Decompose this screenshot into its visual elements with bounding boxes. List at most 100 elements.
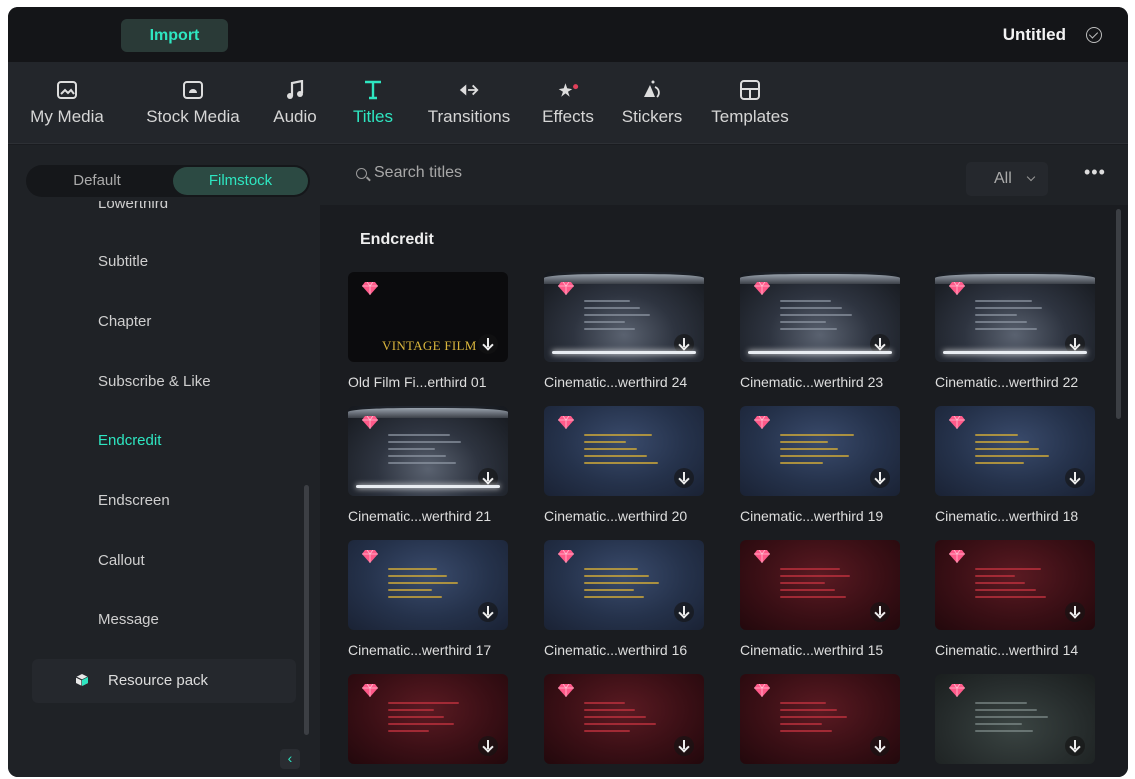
- credit-lines-preview: [584, 568, 664, 608]
- chevron-down-icon: [1026, 172, 1036, 182]
- tab-label: Stickers: [621, 107, 683, 126]
- search-input[interactable]: [374, 161, 774, 185]
- title-card-label: Cinematic...werthird 19: [740, 508, 884, 524]
- premium-gem-icon: [362, 281, 378, 295]
- sidebar-item-chapter[interactable]: Chapter: [98, 313, 151, 330]
- import-button[interactable]: Import: [121, 19, 228, 52]
- download-icon[interactable]: [674, 736, 694, 756]
- sidebar-item-lowerthird[interactable]: Lowerthird: [98, 201, 168, 212]
- resource-pack-label: Resource pack: [108, 672, 209, 689]
- download-icon[interactable]: [870, 602, 890, 622]
- tab-stickers[interactable]: Stickers: [614, 62, 690, 144]
- title-thumbnail: [544, 272, 704, 362]
- title-thumbnail: [348, 406, 508, 496]
- premium-gem-icon: [558, 683, 574, 697]
- tab-effects[interactable]: Effects: [532, 62, 604, 144]
- download-icon[interactable]: [1065, 736, 1085, 756]
- premium-gem-icon: [949, 281, 965, 295]
- title-thumbnail: [348, 674, 508, 764]
- title-card[interactable]: Cinematic...werthird 17: [348, 540, 508, 658]
- title-card[interactable]: Cinematic...werthird 16: [544, 540, 704, 658]
- tab-transitions[interactable]: Transitions: [418, 62, 520, 144]
- sidebar-item-subtitle[interactable]: Subtitle: [98, 253, 148, 270]
- title-card[interactable]: Cinematic...werthird 23: [740, 272, 900, 390]
- title-card-label: Cinematic...werthird 16: [544, 642, 688, 658]
- tab-label: Audio: [273, 107, 317, 126]
- title-card[interactable]: Cinematic...werthird 20: [544, 406, 704, 524]
- section-title: Endcredit: [360, 231, 434, 248]
- download-icon[interactable]: [1065, 334, 1085, 354]
- segment-filmstock[interactable]: Filmstock: [173, 167, 308, 195]
- filter-value: All: [994, 170, 1012, 187]
- credit-lines-preview: [975, 568, 1055, 608]
- tab-stock-media[interactable]: Stock Media: [136, 62, 250, 144]
- stock-media-icon: [182, 79, 204, 101]
- sidebar-scrollbar[interactable]: [304, 485, 309, 735]
- credit-lines-preview: [975, 434, 1055, 474]
- title-card[interactable]: [348, 674, 508, 764]
- premium-gem-icon: [754, 415, 770, 429]
- download-icon[interactable]: [674, 468, 694, 488]
- thumbnail-caption: VINTAGE FILM: [382, 338, 477, 353]
- title-thumbnail: [740, 272, 900, 362]
- download-icon[interactable]: [870, 736, 890, 756]
- title-card-label: Cinematic...werthird 21: [348, 508, 492, 524]
- title-card[interactable]: Cinematic...werthird 22: [935, 272, 1095, 390]
- title-card-label: Old Film Fi...erthird 01: [348, 374, 487, 390]
- title-thumbnail: [544, 540, 704, 630]
- templates-icon: [739, 79, 761, 101]
- download-icon[interactable]: [674, 602, 694, 622]
- title-card[interactable]: [935, 674, 1095, 764]
- sidebar-item-callout[interactable]: Callout: [98, 552, 145, 569]
- title-card[interactable]: Cinematic...werthird 24: [544, 272, 704, 390]
- category-sidebar: Default Filmstock Lowerthird Subtitle Ch…: [8, 145, 320, 777]
- premium-gem-icon: [754, 281, 770, 295]
- title-card[interactable]: VINTAGE FILM Old Film Fi...erthird 01: [348, 272, 508, 390]
- sidebar-item-message[interactable]: Message: [98, 611, 159, 628]
- main-scrollbar[interactable]: [1116, 209, 1121, 419]
- source-segmented-control: Default Filmstock: [26, 165, 310, 197]
- download-icon[interactable]: [674, 334, 694, 354]
- tab-audio[interactable]: Audio: [264, 62, 326, 144]
- credit-lines-preview: [388, 434, 468, 474]
- download-icon[interactable]: [1065, 602, 1085, 622]
- premium-gem-icon: [949, 683, 965, 697]
- premium-gem-icon: [949, 415, 965, 429]
- tab-my-media[interactable]: My Media: [14, 62, 120, 144]
- transitions-icon: [458, 79, 480, 101]
- sidebar-item-subscribe-like[interactable]: Subscribe & Like: [98, 373, 211, 390]
- download-icon[interactable]: [1065, 468, 1085, 488]
- download-icon[interactable]: [870, 334, 890, 354]
- resource-pack-item[interactable]: Resource pack: [32, 659, 296, 703]
- sidebar-item-endcredit[interactable]: Endcredit: [98, 432, 161, 449]
- sidebar-item-endscreen[interactable]: Endscreen: [98, 492, 170, 509]
- credit-lines-preview: [388, 568, 468, 608]
- premium-gem-icon: [754, 683, 770, 697]
- download-icon[interactable]: [478, 736, 498, 756]
- my-media-icon: [56, 79, 78, 101]
- collapse-sidebar-button[interactable]: ‹: [280, 749, 300, 769]
- tab-templates[interactable]: Templates: [704, 62, 796, 144]
- premium-gem-icon: [362, 683, 378, 697]
- title-card[interactable]: Cinematic...werthird 19: [740, 406, 900, 524]
- filter-dropdown[interactable]: All: [966, 162, 1048, 196]
- download-icon[interactable]: [478, 334, 498, 354]
- saved-check-icon: [1086, 27, 1102, 43]
- tab-titles[interactable]: Titles: [342, 62, 404, 144]
- title-card[interactable]: Cinematic...werthird 18: [935, 406, 1095, 524]
- tab-label: My Media: [30, 107, 104, 126]
- premium-gem-icon: [362, 415, 378, 429]
- tab-label: Templates: [711, 107, 789, 126]
- premium-gem-icon: [558, 549, 574, 563]
- segment-default[interactable]: Default: [26, 165, 168, 197]
- title-card[interactable]: Cinematic...werthird 21: [348, 406, 508, 524]
- tab-label: Stock Media: [146, 107, 240, 126]
- download-icon[interactable]: [478, 602, 498, 622]
- download-icon[interactable]: [870, 468, 890, 488]
- more-options-icon[interactable]: •••: [1084, 163, 1106, 181]
- title-card[interactable]: [544, 674, 704, 764]
- title-card[interactable]: [740, 674, 900, 764]
- title-card[interactable]: Cinematic...werthird 14: [935, 540, 1095, 658]
- download-icon[interactable]: [478, 468, 498, 488]
- title-card[interactable]: Cinematic...werthird 15: [740, 540, 900, 658]
